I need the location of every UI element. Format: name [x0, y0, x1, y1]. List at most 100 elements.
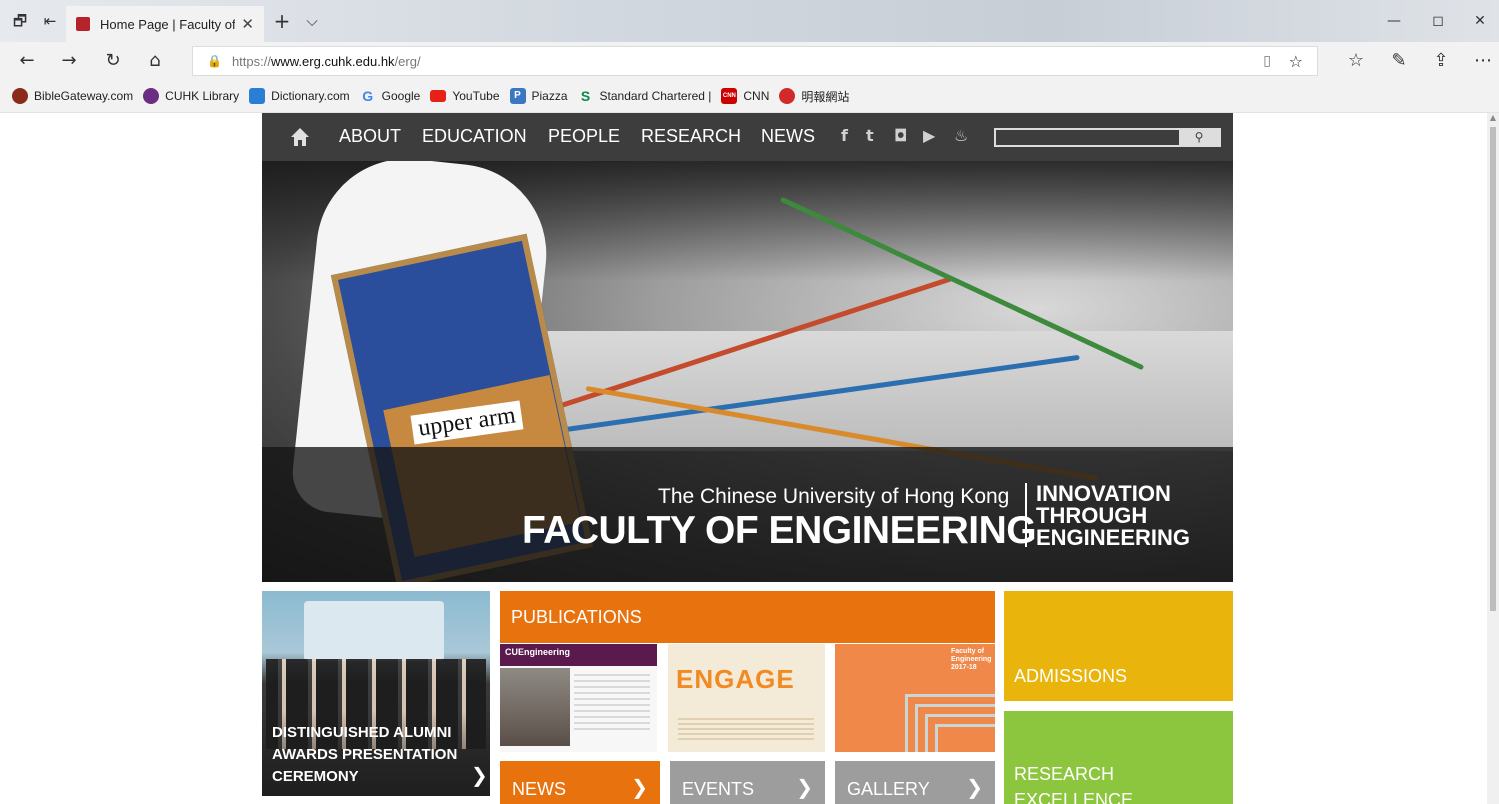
chevron-right-icon: ❯	[631, 775, 648, 799]
facebook-icon[interactable]: f	[841, 126, 848, 145]
favorite-label: CUHK Library	[165, 89, 240, 103]
browser-tab-bar: 🗗 ⇤ Home Page | Faculty of ✕ + ⌵ — ◻ ✕	[0, 0, 1499, 42]
url-path: /erg/	[394, 53, 421, 69]
engage-text-lines	[678, 718, 814, 740]
chevron-right-icon: ❯	[966, 775, 983, 799]
cue-cover-photo	[500, 668, 570, 746]
research-excellence-tile[interactable]: RESEARCH EXCELLENCE	[1004, 711, 1233, 804]
hero-slogan: INNOVATION THROUGH ENGINEERING	[1036, 483, 1190, 549]
menu-education[interactable]: EDUCATION	[422, 126, 527, 147]
forward-icon[interactable]: →	[58, 50, 80, 72]
twitter-icon[interactable]: t	[866, 126, 874, 145]
close-window-icon[interactable]: ✕	[1460, 6, 1499, 36]
search-icon[interactable]: ⚲	[1179, 130, 1219, 145]
alumni-awards-tile[interactable]: DISTINGUISHED ALUMNI AWARDS PRESENTATION…	[262, 591, 490, 796]
slogan-line: THROUGH	[1036, 503, 1148, 528]
report-line: Faculty of	[951, 648, 985, 655]
home-icon[interactable]: ⌂	[144, 50, 166, 72]
favorite-standard-chartered[interactable]: S Standard Chartered |	[578, 88, 712, 104]
cue-label: CUEngineering	[505, 647, 571, 657]
browser-tab-active[interactable]: Home Page | Faculty of ✕	[66, 6, 264, 42]
slogan-line: INNOVATION	[1036, 481, 1171, 506]
menu-people[interactable]: PEOPLE	[548, 126, 620, 147]
favorite-label: BibleGateway.com	[34, 89, 134, 103]
tab-title: Home Page | Faculty of	[100, 16, 236, 32]
hero-divider	[1025, 483, 1027, 547]
research-label-line: EXCELLENCE	[1014, 790, 1134, 804]
chevron-right-icon: ❯	[796, 775, 813, 799]
maximize-icon[interactable]: ◻	[1418, 6, 1458, 36]
favorite-label: Dictionary.com	[271, 89, 350, 103]
reading-view-icon[interactable]: ▯	[1263, 53, 1271, 69]
scroll-up-icon[interactable]: ▲	[1488, 113, 1498, 125]
share-icon[interactable]: ⇪	[1430, 50, 1452, 72]
instagram-icon[interactable]: ◘	[894, 126, 907, 145]
favorite-piazza[interactable]: P Piazza	[509, 88, 568, 104]
page-scrollbar[interactable]: ▲	[1487, 113, 1499, 804]
events-tile[interactable]: EVENTS ❯	[670, 761, 825, 804]
publications-title: PUBLICATIONS	[511, 607, 642, 627]
favorite-cnn[interactable]: CNN CNN	[721, 88, 769, 104]
url-scheme: https://	[231, 53, 271, 69]
hero-subtitle: The Chinese University of Hong Kong	[658, 485, 1010, 508]
site-search-input[interactable]: ⚲	[994, 128, 1221, 147]
alumni-title: DISTINGUISHED ALUMNI AWARDS PRESENTATION…	[272, 722, 457, 788]
favorite-dictionary[interactable]: Dictionary.com	[249, 88, 350, 104]
events-label: EVENTS	[682, 779, 755, 799]
browser-nav-bar: ← → ↻ ⌂ 🔒 https://www.erg.cuhk.edu.hk/er…	[0, 42, 1499, 80]
hero-caption: The Chinese University of Hong Kong FACU…	[262, 447, 1233, 582]
news-tile[interactable]: NEWS ❯	[500, 761, 660, 804]
chevron-right-icon[interactable]: ❯	[471, 763, 488, 787]
favorite-google[interactable]: G Google	[360, 88, 420, 104]
site-home-icon[interactable]	[290, 127, 310, 147]
refresh-icon[interactable]: ↻	[102, 50, 124, 72]
url-host: www.erg.cuhk.edu.hk	[270, 53, 395, 69]
piazza-icon: P	[509, 88, 526, 104]
more-icon[interactable]: ⋯	[1472, 50, 1494, 72]
set-aside-tabs-icon[interactable]: ⇤	[40, 11, 60, 31]
cnn-icon: CNN	[721, 88, 738, 104]
back-icon[interactable]: ←	[16, 50, 38, 72]
favorite-biblegateway[interactable]: BibleGateway.com	[12, 88, 133, 104]
minimize-icon[interactable]: —	[1374, 6, 1414, 36]
favorite-cuhk-library[interactable]: CUHK Library	[143, 88, 239, 104]
publication-cuengineering[interactable]: CUEngineering	[500, 644, 657, 752]
address-bar[interactable]: 🔒 https://www.erg.cuhk.edu.hk/erg/ ▯ ☆	[192, 46, 1318, 76]
favorite-label: 明報網站	[801, 89, 850, 104]
add-favorite-icon[interactable]: ☆	[1289, 52, 1303, 71]
slogan-line: ENGINEERING	[1036, 525, 1191, 550]
favorite-label: CNN	[743, 89, 770, 103]
publications-header[interactable]: PUBLICATIONS	[500, 591, 995, 643]
weibo-icon[interactable]: ♨	[954, 126, 968, 145]
scrollbar-thumb[interactable]	[1490, 127, 1496, 611]
favorites-bar: BibleGateway.com CUHK Library Dictionary…	[0, 80, 1499, 113]
favorite-youtube[interactable]: YouTube	[430, 89, 500, 103]
menu-research[interactable]: RESEARCH	[641, 126, 741, 147]
tab-manager-icon[interactable]: 🗗	[10, 11, 30, 31]
gallery-tile[interactable]: GALLERY ❯	[835, 761, 995, 804]
lock-icon: 🔒	[207, 54, 222, 68]
favorite-label: YouTube	[452, 89, 500, 103]
mingpao-icon	[779, 88, 796, 104]
menu-about[interactable]: ABOUT	[339, 126, 401, 147]
alumni-banner-image	[304, 601, 444, 661]
admissions-tile[interactable]: ADMISSIONS	[1004, 591, 1233, 701]
web-notes-icon[interactable]: ✎	[1388, 50, 1410, 72]
new-tab-icon[interactable]: +	[272, 11, 292, 31]
tab-list-chevron-icon[interactable]: ⌵	[302, 11, 322, 31]
news-label: NEWS	[512, 779, 566, 799]
youtube-icon[interactable]: ▶	[923, 126, 935, 145]
publication-faculty-report[interactable]: Faculty of Engineering 2017-18	[835, 644, 995, 752]
hero-banner[interactable]: upper arm The Chinese University of Hong…	[262, 161, 1233, 582]
cue-masthead: CUEngineering	[500, 644, 657, 666]
publication-engage[interactable]: ENGAGE	[668, 644, 825, 752]
menu-news[interactable]: NEWS	[761, 126, 815, 147]
site-navigation: ABOUT EDUCATION PEOPLE RESEARCH NEWS f t…	[262, 113, 1233, 161]
favorite-mingpao[interactable]: 明報網站	[779, 88, 849, 105]
faculty-report-label: Faculty of Engineering 2017-18	[951, 648, 991, 672]
alumni-title-line: CEREMONY	[272, 768, 359, 785]
favorites-hub-icon[interactable]: ☆	[1345, 50, 1367, 72]
favorite-label: Standard Chartered |	[599, 89, 712, 103]
youtube-icon	[430, 90, 447, 102]
close-tab-icon[interactable]: ✕	[241, 15, 254, 33]
